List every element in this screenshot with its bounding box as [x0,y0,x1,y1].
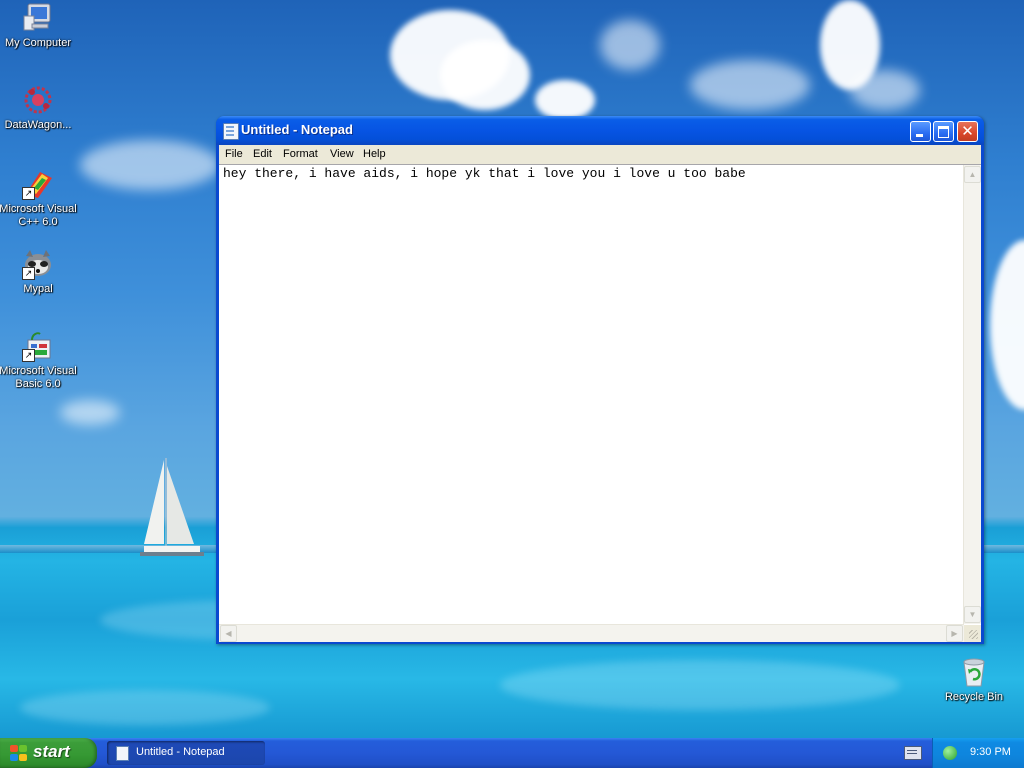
cloud-decoration [690,60,810,110]
cloud-decoration [850,70,920,110]
desktop-icon-visual-cpp[interactable]: ↗ Microsoft Visual C++ 6.0 [0,168,78,229]
arrow-down-icon: ▼ [968,610,977,619]
visual-cpp-icon: ↗ [22,168,54,200]
network-icon[interactable] [943,746,957,760]
text-editor-area[interactable]: hey there, i have aids, i hope yk that i… [219,164,981,642]
desktop-icon-label: Microsoft Visual C++ 6.0 [0,203,77,228]
resize-grip[interactable] [964,625,981,642]
visual-basic-icon: ↗ [22,330,54,362]
scroll-left-button[interactable]: ◀ [220,625,237,642]
notepad-icon [116,746,129,761]
datawagon-icon [22,84,54,116]
document-text[interactable]: hey there, i have aids, i hope yk that i… [223,166,746,181]
clock[interactable]: 9:30 PM [970,746,1011,758]
menu-file[interactable]: File [225,148,243,160]
scroll-up-button[interactable]: ▲ [964,166,981,183]
desktop-icon-recycle-bin[interactable]: Recycle Bin [934,656,1014,704]
desktop-icon-my-computer[interactable]: My Computer [0,2,78,50]
menu-format[interactable]: Format [283,148,318,160]
desktop-icon-visual-basic[interactable]: ↗ Microsoft Visual Basic 6.0 [0,330,78,391]
desktop-icon-label: DataWagon... [4,119,72,131]
taskbar: start Untitled - Notepad 9:30 PM [0,738,1024,768]
cloud-decoration [80,140,220,190]
sea-decoration [20,690,270,725]
keyboard-icon[interactable] [904,746,922,760]
windows-logo-icon [10,745,28,762]
vertical-scrollbar[interactable]: ▲ ▼ [963,165,981,624]
menu-help[interactable]: Help [363,148,386,160]
maximize-button[interactable] [933,121,954,142]
window-titlebar[interactable]: Untitled - Notepad ✕ [216,116,984,145]
arrow-left-icon: ◀ [225,629,232,638]
mypal-browser-icon: ↗ [22,248,54,280]
shortcut-arrow-icon: ↗ [22,349,35,362]
start-button[interactable]: start [0,738,97,768]
menu-edit[interactable]: Edit [253,148,272,160]
menu-bar: File Edit Format View Help [219,145,981,164]
window-title: Untitled - Notepad [241,122,353,137]
menu-view[interactable]: View [330,148,354,160]
system-tray: 9:30 PM [932,738,1024,768]
desktop-icon-label: Mypal [23,283,53,295]
notepad-window[interactable]: Untitled - Notepad ✕ File Edit Format Vi… [216,116,984,644]
arrow-up-icon: ▲ [968,170,977,179]
shortcut-arrow-icon: ↗ [22,267,35,280]
desktop-icon-mypal[interactable]: ↗ Mypal [0,248,78,296]
minimize-button[interactable] [910,121,931,142]
desktop-icon-label: My Computer [4,37,72,49]
taskbar-item-label: Untitled - Notepad [136,746,225,758]
close-button[interactable]: ✕ [957,121,978,142]
start-label: start [33,742,70,761]
arrow-right-icon: ▶ [951,629,958,638]
desktop-icon-label: Recycle Bin [944,691,1004,703]
desktop-icon-datawagon[interactable]: DataWagon... [0,84,78,132]
notepad-icon [223,123,239,140]
cloud-decoration [60,400,120,425]
scroll-down-button[interactable]: ▼ [964,606,981,623]
cloud-decoration [600,20,660,70]
scroll-right-button[interactable]: ▶ [946,625,963,642]
cloud-decoration [990,240,1024,410]
close-icon: ✕ [961,123,974,140]
sea-decoration [500,660,900,710]
shortcut-arrow-icon: ↗ [22,187,35,200]
sailboat-image [140,458,204,556]
taskbar-item-notepad[interactable]: Untitled - Notepad [107,741,265,765]
my-computer-icon [22,2,54,34]
cloud-decoration [535,80,595,120]
cloud-decoration [440,40,530,110]
recycle-bin-icon [958,656,990,688]
horizontal-scrollbar[interactable]: ◀ ▶ [219,624,964,642]
desktop-icon-label: Microsoft Visual Basic 6.0 [0,365,77,390]
